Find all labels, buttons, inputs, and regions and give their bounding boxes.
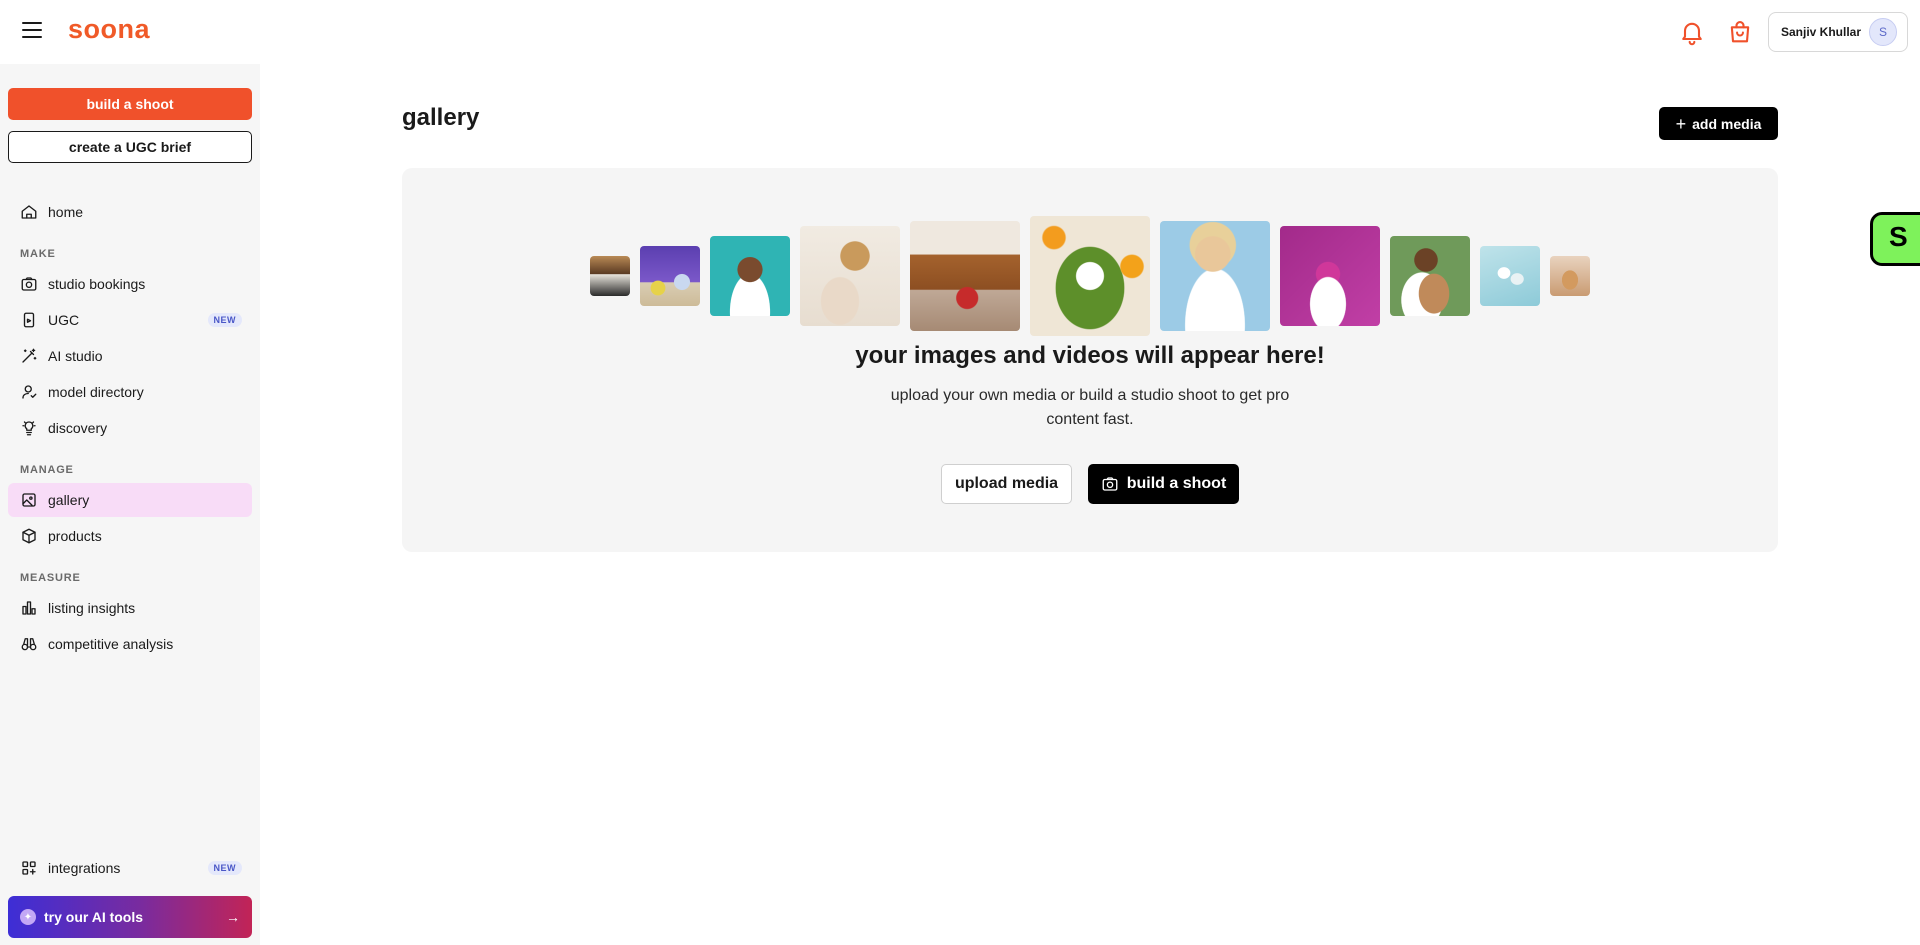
sidebar-item-label: integrations	[48, 860, 121, 876]
sidebar-item-home[interactable]: home	[8, 195, 252, 229]
ai-tools-label: try our AI tools	[44, 909, 144, 925]
shopping-bag-icon[interactable]	[1726, 18, 1754, 46]
apps-grid-icon	[22, 861, 36, 875]
sample-thumbnail	[590, 256, 630, 296]
sidebar-item-label: home	[48, 204, 84, 220]
upload-media-button[interactable]: upload media	[941, 464, 1072, 504]
empty-gallery-panel: your images and videos will appear here!…	[402, 168, 1778, 552]
user-name: Sanjiv Khullar	[1781, 25, 1862, 39]
top-header: soona Sanjiv Khullar S	[0, 0, 1920, 64]
sample-thumbnail	[910, 221, 1020, 331]
build-a-shoot-button[interactable]: build a shoot	[8, 88, 252, 120]
sidebar-item-model-directory[interactable]: model directory	[8, 375, 252, 409]
soona-logo[interactable]: soona	[68, 14, 150, 45]
sample-thumbnail	[1160, 221, 1270, 331]
sidebar-item-gallery[interactable]: gallery	[8, 483, 252, 517]
sidebar-item-label: products	[48, 528, 102, 544]
sidebar-item-ai-studio[interactable]: AI studio	[8, 339, 252, 373]
empty-state-subtext: upload your own media or build a studio …	[890, 387, 1290, 428]
sidebar-item-discovery[interactable]: discovery	[8, 411, 252, 445]
try-ai-tools-button[interactable]: ✦ try our AI tools →	[8, 896, 252, 938]
sidebar-item-competitive-analysis[interactable]: competitive analysis	[8, 627, 252, 661]
sidebar-item-label: AI studio	[48, 348, 103, 364]
camera-icon	[21, 277, 37, 291]
page-title: gallery	[402, 104, 480, 131]
sidebar: build a shoot create a UGC brief home MA…	[0, 64, 260, 945]
sidebar-item-listing-insights[interactable]: listing insights	[8, 591, 252, 625]
sample-thumbnail	[800, 226, 900, 326]
build-a-shoot-label: build a shoot	[1126, 475, 1227, 492]
sidebar-item-products[interactable]: products	[8, 519, 252, 553]
sidebar-item-label: discovery	[48, 420, 108, 436]
sidebar-item-label: model directory	[48, 384, 144, 400]
person-icon	[22, 385, 37, 399]
sidebar-item-label: studio bookings	[48, 276, 146, 292]
user-menu[interactable]: Sanjiv Khullar S	[1768, 12, 1908, 52]
sidebar-item-label: UGC	[48, 312, 80, 328]
avatar: S	[1869, 18, 1897, 46]
binoculars-icon	[21, 638, 37, 651]
add-media-button[interactable]: + add media	[1659, 107, 1778, 140]
lightbulb-icon	[22, 421, 36, 436]
magic-wand-icon	[22, 348, 37, 363]
new-badge: NEW	[207, 313, 242, 327]
sidebar-item-ugc[interactable]: UGC NEW	[8, 303, 252, 337]
section-label-manage: MANAGE	[20, 464, 74, 476]
sample-thumbnail	[1030, 216, 1150, 336]
box-icon	[22, 528, 36, 544]
sidebar-item-studio-bookings[interactable]: studio bookings	[8, 267, 252, 301]
new-badge: NEW	[207, 861, 242, 875]
widget-letter: S	[1889, 221, 1908, 252]
sample-thumbnail	[1550, 256, 1590, 296]
create-ugc-brief-button[interactable]: create a UGC brief	[8, 131, 252, 163]
empty-state-heading: your images and videos will appear here!	[855, 342, 1325, 369]
sample-thumbnail	[640, 246, 700, 306]
sample-thumbnail	[710, 236, 790, 316]
home-icon	[21, 205, 37, 219]
add-media-label: add media	[1692, 115, 1762, 132]
section-label-measure: MEASURE	[20, 572, 81, 584]
bar-chart-icon	[22, 601, 36, 615]
sparkle-icon: ✦	[20, 909, 36, 925]
plus-icon: +	[1675, 113, 1687, 134]
sidebar-item-label: competitive analysis	[48, 636, 174, 652]
sidebar-item-integrations[interactable]: integrations NEW	[8, 851, 252, 885]
sample-thumbnail	[1390, 236, 1470, 316]
sidebar-item-label: listing insights	[48, 600, 136, 616]
section-label-make: MAKE	[20, 248, 56, 260]
sample-thumbnail	[1480, 246, 1540, 306]
menu-icon[interactable]	[22, 22, 42, 40]
bell-icon[interactable]	[1678, 18, 1706, 46]
sample-thumbnail	[1280, 226, 1380, 326]
arrow-right-icon: →	[226, 909, 240, 925]
image-gallery-icon	[22, 493, 36, 507]
build-a-shoot-cta-button[interactable]: build a shoot	[1088, 464, 1239, 504]
camera-icon	[1102, 477, 1118, 491]
sidebar-item-label: gallery	[48, 492, 90, 508]
floating-help-widget[interactable]: S	[1870, 212, 1920, 266]
phone-icon	[23, 312, 35, 328]
